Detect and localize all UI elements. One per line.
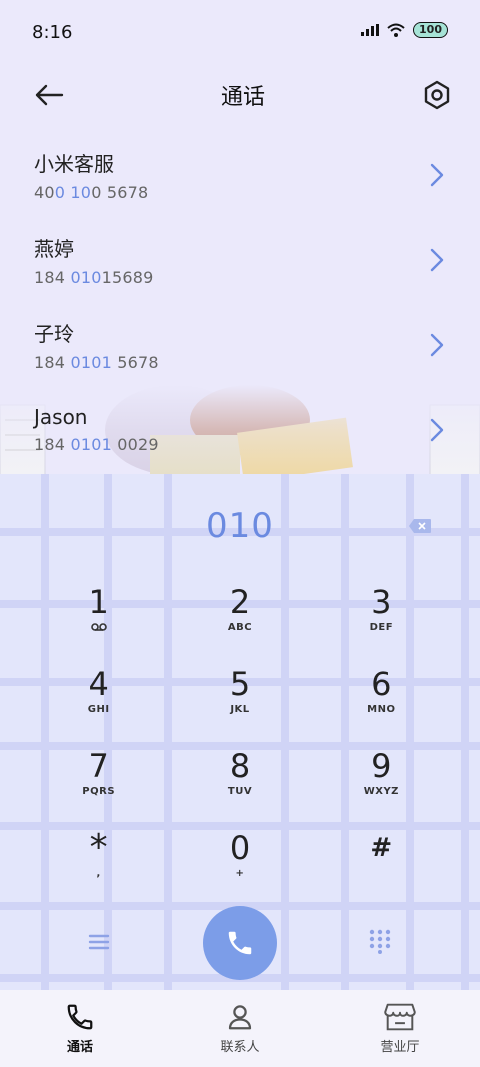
contact-info: Jason 184 0101 0029 [34, 405, 159, 454]
tab-label: 营业厅 [380, 1040, 420, 1055]
chevron-right-icon[interactable] [430, 418, 444, 442]
status-time: 8:16 [32, 22, 73, 43]
number-match: 0101 [70, 352, 112, 372]
tab-calls[interactable]: 通话 [0, 990, 160, 1067]
number-part: 184 [34, 435, 71, 454]
contact-info: 燕婷 184 01015689 [34, 233, 153, 287]
number-part: 15689 [101, 267, 154, 287]
dialpad: 010 1 2 ABC 3 DEF 4 GHI 5 JKL 6 MNO 7 PQ… [0, 474, 480, 990]
contact-info: 子玲 184 0101 5678 [34, 318, 159, 372]
contact-name: 子玲 [34, 321, 74, 346]
key-6[interactable]: 6 MNO [311, 664, 452, 746]
arrow-left-icon [35, 84, 64, 106]
key-5[interactable]: 5 JKL [169, 664, 310, 746]
key-letters: PQRS [82, 786, 116, 797]
key-star[interactable]: * , [28, 828, 169, 910]
key-letters: DEF [369, 622, 394, 633]
key-digit: 5 [229, 665, 251, 703]
key-8[interactable]: 8 TUV [169, 746, 310, 828]
call-actions [0, 906, 480, 982]
key-letters: MNO [367, 704, 396, 715]
contact-info: 小米客服 400 100 5678 [34, 148, 148, 202]
back-button[interactable] [30, 76, 68, 114]
key-digit: 9 [371, 747, 392, 785]
tab-contacts[interactable]: 联系人 [160, 990, 320, 1067]
bottom-tab-bar: 通话 联系人 营业厅 [0, 990, 480, 1067]
key-digit: # [370, 833, 393, 863]
key-letters: WXYZ [363, 786, 399, 797]
tab-label: 联系人 [220, 1040, 260, 1055]
key-1[interactable]: 1 [28, 582, 169, 664]
contact-number: 400 100 5678 [34, 183, 148, 202]
key-0[interactable]: 0 + [169, 828, 310, 910]
contact-list: 小米客服 400 100 5678 燕婷 184 01015689 子玲 184… [0, 132, 480, 472]
tab-store[interactable]: 营业厅 [320, 990, 480, 1067]
key-hash[interactable]: # [311, 828, 452, 910]
key-letters: TUV [227, 786, 253, 797]
contact-number: 184 0101 5678 [34, 353, 159, 372]
number-part: 184 [34, 352, 71, 372]
chevron-right-icon[interactable] [430, 163, 444, 187]
key-9[interactable]: 9 WXYZ [311, 746, 452, 828]
key-digit: 4 [88, 665, 109, 703]
tab-label: 通话 [66, 1040, 93, 1055]
key-digit: * [89, 827, 108, 868]
list-item[interactable]: Jason 184 0101 0029 [0, 387, 480, 472]
number-part: 0029 [111, 435, 159, 454]
key-digit: 1 [88, 583, 109, 621]
signal-icon [361, 24, 380, 36]
key-letters: GHI [87, 704, 110, 715]
store-icon [384, 1003, 416, 1031]
contact-number: 184 01015689 [34, 268, 153, 287]
keypad-toggle-icon[interactable] [367, 928, 393, 954]
number-match: 0 10 [54, 182, 92, 202]
phone-icon [67, 1004, 93, 1030]
number-part: 40 [34, 182, 55, 202]
key-digit: 2 [229, 583, 251, 621]
list-item[interactable]: 子玲 184 0101 5678 [0, 302, 480, 387]
key-3[interactable]: 3 DEF [311, 582, 452, 664]
battery-indicator: 100 [413, 22, 448, 38]
key-digit: 7 [88, 747, 109, 785]
number-part: 184 [34, 267, 71, 287]
contact-name: Jason [34, 405, 88, 429]
contact-name: 燕婷 [34, 236, 74, 261]
voicemail-icon [90, 623, 107, 631]
key-digit: 6 [371, 665, 392, 703]
number-match: 010 [70, 267, 102, 287]
status-icons: 100 [361, 22, 448, 38]
header: 通话 [0, 68, 480, 122]
status-bar: 8:16 100 [0, 0, 480, 68]
chevron-right-icon[interactable] [430, 333, 444, 357]
phone-icon [228, 931, 252, 955]
key-letters: + [235, 868, 245, 879]
menu-icon[interactable] [87, 930, 111, 954]
number-part: 0 5678 [91, 182, 149, 202]
number-match: 0101 [70, 435, 112, 454]
key-7[interactable]: 7 PQRS [28, 746, 169, 828]
settings-button[interactable] [418, 76, 456, 114]
list-item[interactable]: 小米客服 400 100 5678 [0, 132, 480, 217]
key-digit: 0 [229, 829, 251, 867]
key-2[interactable]: 2 ABC [169, 582, 310, 664]
list-item[interactable]: 燕婷 184 01015689 [0, 217, 480, 302]
keypad: 1 2 ABC 3 DEF 4 GHI 5 JKL 6 MNO 7 PQRS 8 [28, 582, 452, 910]
hexagon-settings-icon [424, 80, 450, 110]
page-title: 通话 [220, 85, 265, 110]
contact-name: 小米客服 [34, 151, 114, 176]
key-digit: 3 [371, 583, 392, 621]
key-4[interactable]: 4 GHI [28, 664, 169, 746]
key-letters: JKL [230, 704, 250, 715]
chevron-right-icon[interactable] [430, 248, 444, 272]
number-part: 5678 [111, 352, 159, 372]
wifi-icon [387, 23, 405, 37]
backspace-icon[interactable] [408, 518, 432, 534]
call-button[interactable] [203, 906, 277, 980]
contact-number: 184 0101 0029 [34, 435, 159, 454]
key-letters: , [96, 868, 101, 879]
key-digit: 8 [229, 747, 251, 785]
key-letters: ABC [227, 622, 253, 633]
person-icon [228, 1005, 252, 1030]
